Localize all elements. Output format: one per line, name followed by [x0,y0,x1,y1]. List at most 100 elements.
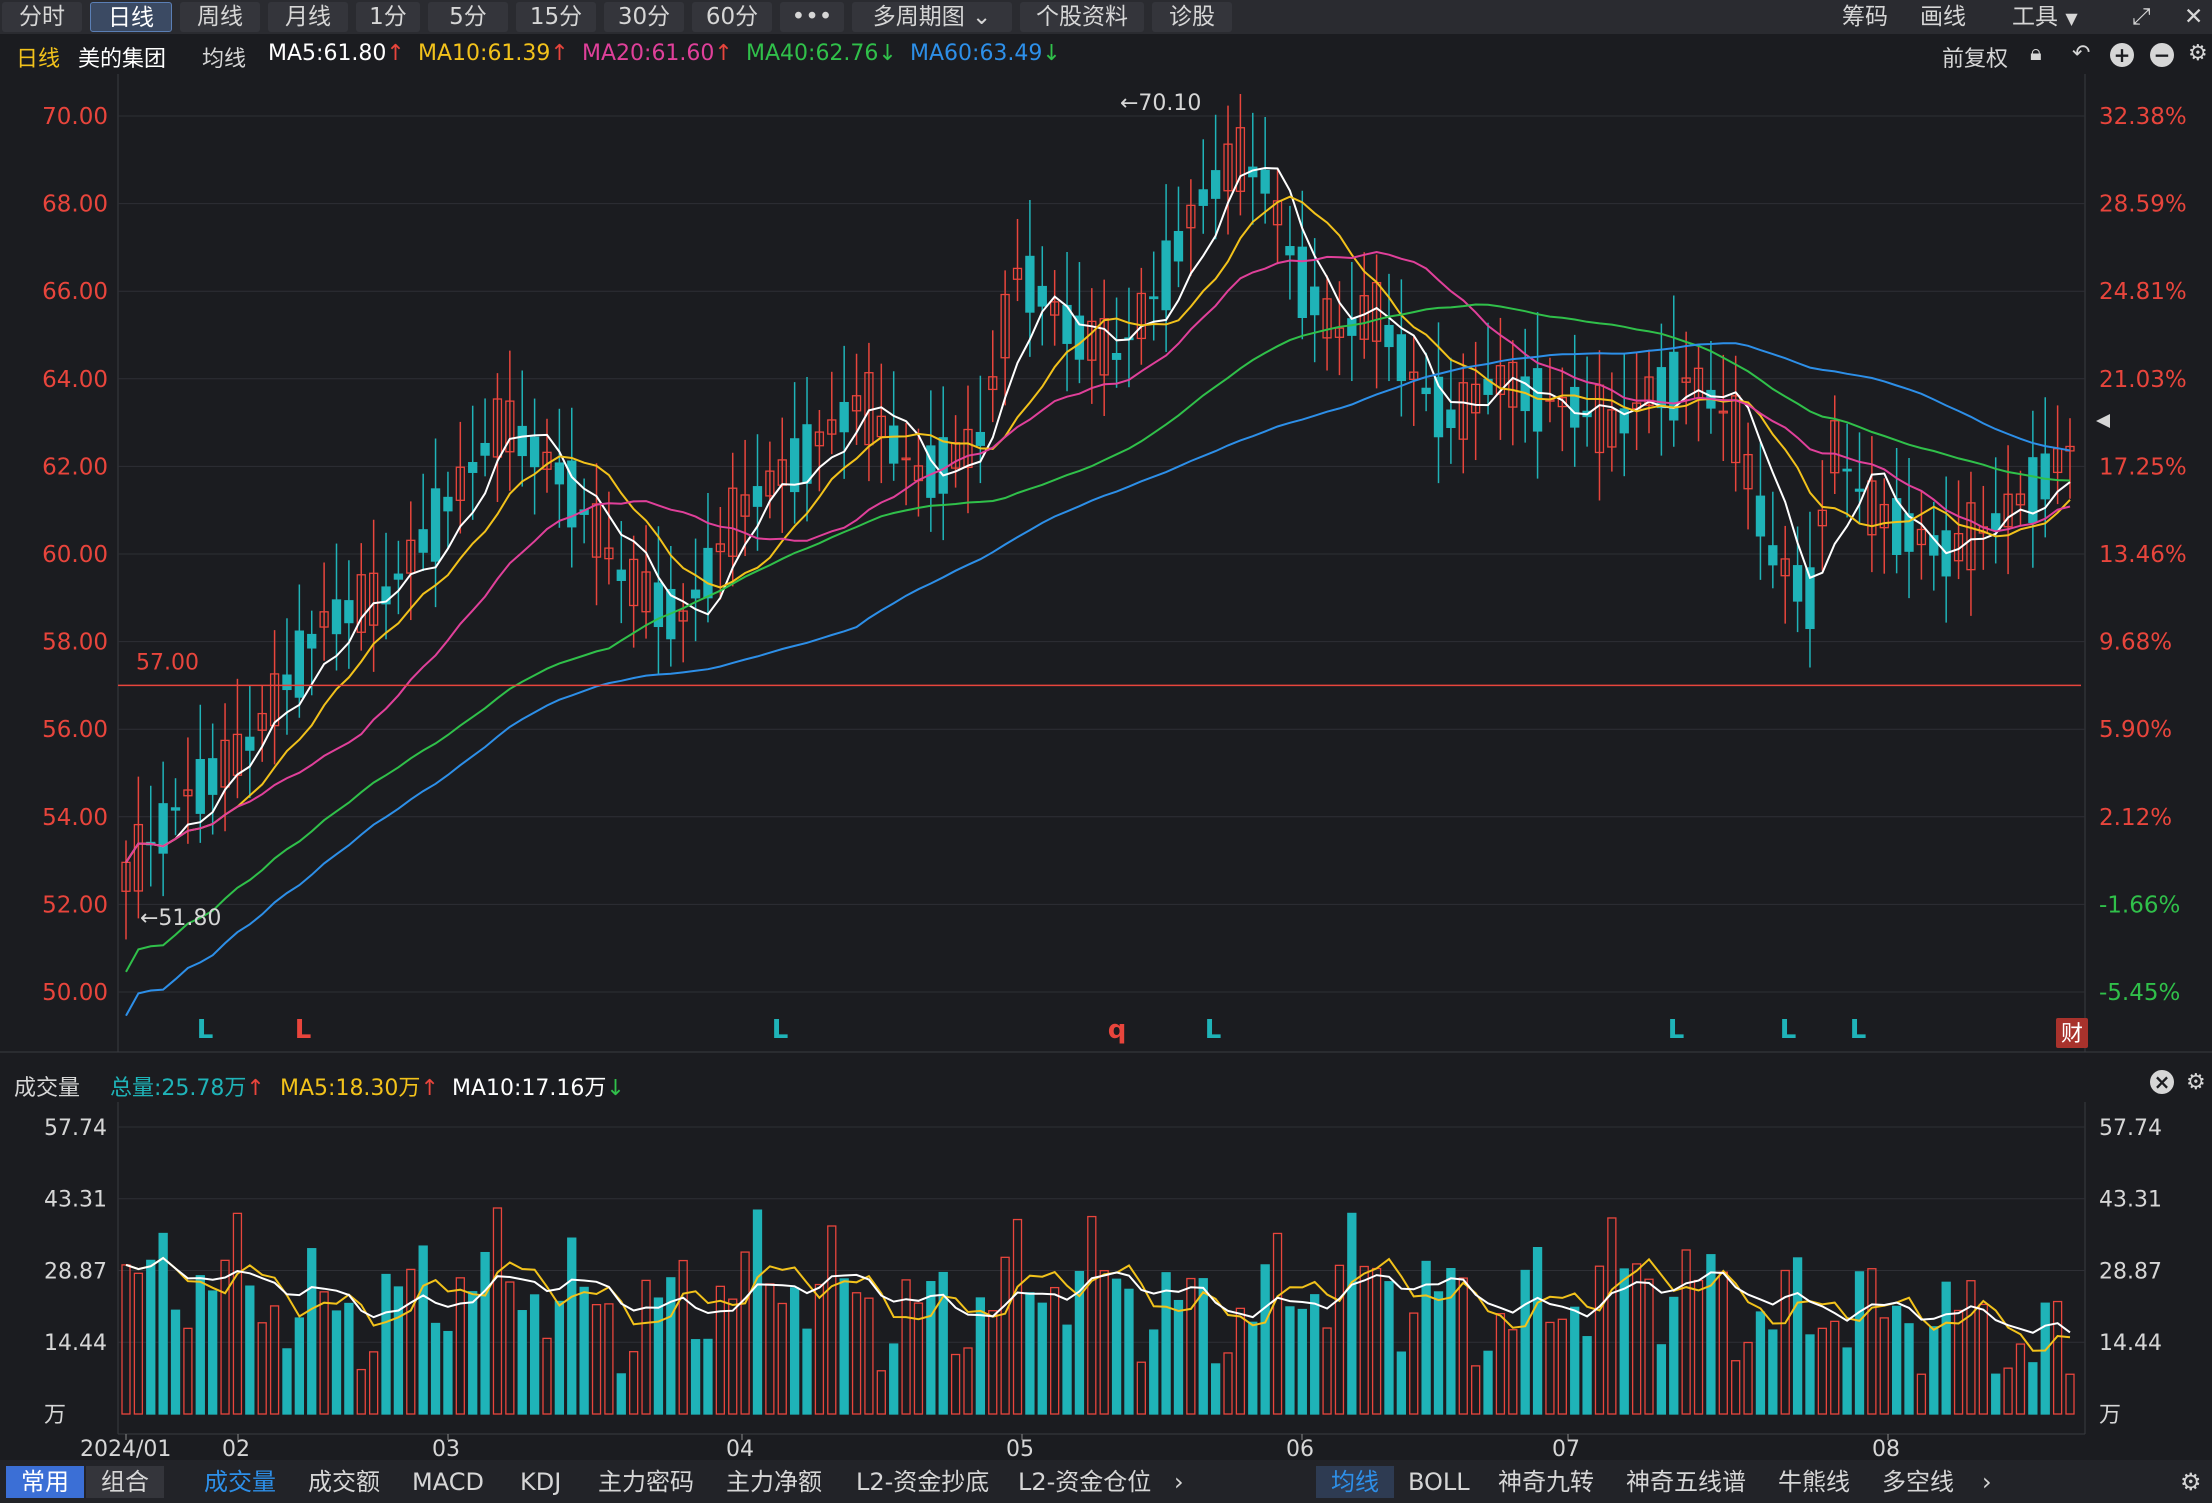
volume-bar [1495,1313,1506,1415]
tab-1min[interactable]: 1分 [356,2,420,32]
tab-kdj[interactable]: KDJ [520,1466,561,1498]
volume-bar [331,1310,342,1415]
x-tick-label: 06 [1286,1437,1314,1460]
volume-bar [2028,1362,2038,1415]
tab-l2-position[interactable]: L2-资金仓位 [1018,1466,1151,1498]
multi-period-dropdown[interactable]: 多周期图 ⌄ [852,2,1012,32]
volume-bar [1532,1246,1543,1415]
tab-volume[interactable]: 成交量 [204,1466,276,1498]
tab-15min[interactable]: 15分 [516,2,596,32]
volume-bar [505,1281,515,1415]
tab-magic-nine[interactable]: 神奇九转 [1498,1466,1594,1498]
volume-settings-gear-icon[interactable]: ⚙ [2186,1070,2206,1095]
candle-body [1991,513,2001,531]
tab-magic-five[interactable]: 神奇五线谱 [1626,1466,1746,1498]
volume-info-bar: 成交量 总量:25.78万↑ MA5:18.30万↑ MA10:17.16万↓ … [0,1062,2212,1102]
tab-60min[interactable]: 60分 [692,2,772,32]
tab-boll[interactable]: BOLL [1408,1466,1470,1498]
volume-bar [789,1287,800,1415]
arrow-down-icon: ↓ [1042,41,1061,66]
diagnose-button[interactable]: 诊股 [1152,2,1232,32]
period-toolbar: 分时 日线 周线 月线 1分 5分 15分 30分 60分 ••• 多周期图 ⌄… [0,0,2212,34]
volume-bar [1210,1363,1221,1415]
undo-icon[interactable]: ↶ [2072,41,2090,66]
volume-bar [232,1212,243,1415]
lock-icon[interactable]: 🔒︎ [2030,41,2042,66]
tab-group[interactable]: 组合 [86,1466,164,1498]
tab-intraday[interactable]: 分时 [2,2,82,32]
candle-body [1260,169,1270,194]
candle-body [1025,255,1035,313]
tab-long-short[interactable]: 多空线 [1882,1466,1954,1498]
tab-bull-bear[interactable]: 牛熊线 [1778,1466,1850,1498]
zoom-out-icon[interactable]: − [2150,43,2174,67]
zoom-in-icon[interactable]: + [2110,43,2134,67]
tools-button[interactable]: 工具 ▼ [2012,2,2078,32]
volume-bar [1037,1302,1047,1415]
more-button[interactable]: ••• [780,2,844,32]
volume-bar [1904,1323,1914,1415]
tab-monthly[interactable]: 月线 [268,2,348,32]
volume-bar [2052,1300,2063,1415]
stock-info-button[interactable]: 个股资料 [1020,2,1144,32]
tab-daily[interactable]: 日线 [90,2,172,32]
tab-turnover[interactable]: 成交额 [308,1466,380,1498]
volume-bar [827,1225,837,1415]
close-icon[interactable]: ✕ [2184,2,2203,32]
tab-30min[interactable]: 30分 [604,2,684,32]
tab-l2-bottom[interactable]: L2-资金抄底 [856,1466,989,1498]
volume-bar [170,1309,181,1415]
settings-gear-icon[interactable]: ⚙ [2188,41,2208,66]
y-tick-right: 17.25% [2099,454,2187,480]
fullscreen-icon[interactable]: ⤢ [2132,2,2150,32]
tab-5min[interactable]: 5分 [428,2,508,32]
tab-main-code[interactable]: 主力密码 [598,1466,694,1498]
volume-bar [1743,1341,1753,1415]
candlestick-chart[interactable]: 70.00 32.38% 68.00 28.59% 66.00 24.81% 64.00 21… [0,74,2212,1074]
volume-ma10: MA10:17.16万↓ [452,1070,625,1102]
volume-bar [393,1286,404,1415]
volume-bar [418,1245,428,1415]
ma10-text: MA10:61.39 [418,41,551,66]
volume-bar [876,1370,886,1415]
y-tick-left: 68.00 [42,192,108,218]
volume-bars [121,1207,2075,1415]
volume-bar [1792,1257,1803,1415]
chevron-right-icon[interactable]: › [1174,1466,1184,1498]
volume-tick-left: 万 [44,1403,66,1428]
chevron-right-icon[interactable]: › [1982,1466,1992,1498]
volume-bar [269,1305,280,1415]
ma20-text: MA20:61.60 [582,41,715,66]
candle-body [554,462,565,485]
volume-bar [282,1348,292,1415]
candle-body [1074,315,1085,360]
volume-bar [1396,1351,1407,1415]
close-panel-icon[interactable]: × [2150,1070,2174,1094]
y-tick-right: 21.03% [2099,367,2187,393]
candle-body [1210,170,1221,199]
signal-marker: L [1850,1015,1867,1045]
tab-main-net[interactable]: 主力净额 [726,1466,822,1498]
arrow-up-icon: ↑ [714,41,733,66]
tab-ma-overlay[interactable]: 均线 [1316,1466,1394,1498]
volume-bar [752,1209,763,1415]
volume-chart[interactable]: 57.74 57.74 43.31 43.31 28.87 28.87 14.44 14.44… [0,1102,2212,1460]
adjust-mode-button[interactable]: 前复权 [1942,41,2008,73]
tab-weekly[interactable]: 周线 [180,2,260,32]
candle-body [1768,545,1778,566]
volume-bar [195,1275,205,1415]
bottom-settings-gear-icon[interactable]: ⚙ [2180,1466,2202,1498]
arrow-up-icon: ↑ [386,41,405,66]
volume-bar [1248,1321,1258,1415]
chips-button[interactable]: 筹码 [1842,2,1888,32]
volume-total-text: 总量:25.78万 [110,1076,247,1101]
tab-common[interactable]: 常用 [6,1466,84,1498]
draw-line-button[interactable]: 画线 [1920,2,1966,32]
tab-macd[interactable]: MACD [412,1466,484,1498]
candle-body [282,674,292,691]
ma-label[interactable]: 均线 [202,41,246,73]
volume-bar [1272,1232,1283,1415]
volume-bar [430,1322,441,1415]
volume-bar [1768,1329,1778,1415]
volume-bar [1978,1303,1988,1415]
